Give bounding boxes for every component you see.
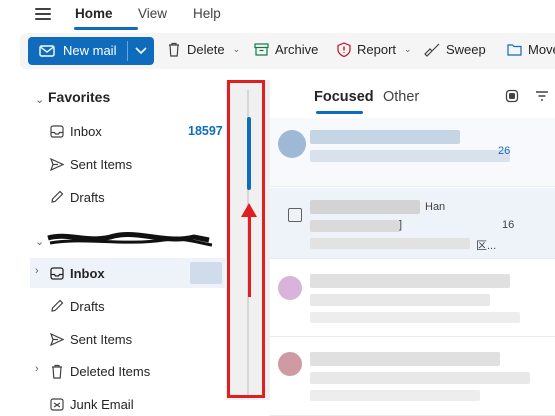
focused-tab-indicator (316, 111, 363, 114)
chevron-down-icon[interactable]: ⌄ (233, 44, 241, 55)
archive-icon (254, 43, 269, 56)
inbox-icon (50, 266, 64, 280)
chevron-right-icon[interactable]: › (35, 265, 39, 277)
delete-button[interactable]: Delete ⌄ (167, 42, 240, 57)
folder-item-drafts[interactable]: Drafts (50, 296, 105, 316)
favorites-item-sent-items[interactable]: Sent Items (50, 154, 132, 174)
folder-item-sent-items[interactable]: Sent Items (50, 329, 132, 349)
favorites-item-drafts[interactable]: Drafts (50, 187, 105, 207)
avatar (278, 352, 302, 376)
chevron-down-icon[interactable]: ⌄ (35, 93, 44, 106)
archive-button[interactable]: Archive (254, 42, 318, 57)
junk-icon (50, 398, 64, 411)
tab-view[interactable]: View (138, 6, 167, 21)
folder-item-deleted-items[interactable]: Deleted Items (50, 361, 150, 381)
folder-label: Drafts (70, 298, 105, 314)
tab-other[interactable]: Other (383, 89, 419, 105)
hamburger-menu-icon[interactable] (35, 8, 51, 20)
archive-label: Archive (275, 42, 319, 57)
row-date: 26 (498, 145, 511, 157)
mail-icon (39, 45, 55, 57)
folder-label: Drafts (70, 189, 105, 205)
avatar (278, 276, 302, 300)
new-mail-label: New mail (63, 43, 117, 58)
trash-icon (169, 42, 179, 57)
move-button[interactable]: Move (507, 42, 555, 57)
new-mail-button[interactable]: New mail (28, 37, 154, 65)
sweep-button[interactable]: Sweep (424, 42, 486, 57)
move-label: Move (528, 42, 555, 57)
trash-icon (52, 364, 62, 379)
report-label: Report (357, 42, 397, 57)
inbox-icon (50, 124, 64, 138)
move-folder-icon (507, 44, 522, 56)
annotation-arrow-shaft (248, 214, 251, 297)
avatar (278, 130, 306, 158)
chevron-down-icon[interactable] (135, 47, 147, 55)
filter-icon[interactable] (535, 91, 549, 101)
annotation-highlight-box (227, 80, 265, 398)
list-item[interactable] (270, 340, 555, 416)
list-item[interactable]: 26 (270, 118, 555, 187)
select-mode-icon[interactable] (505, 89, 519, 103)
chevron-down-icon[interactable]: ⌄ (404, 44, 412, 55)
unread-count: 18597 (188, 124, 223, 138)
list-item[interactable]: Han ] 16 区... (270, 188, 555, 259)
redacted-count (190, 262, 222, 284)
active-tab-indicator (74, 27, 138, 30)
row-subject-fragment: ] (399, 219, 403, 231)
delete-label: Delete (187, 42, 225, 57)
tab-help[interactable]: Help (193, 6, 221, 21)
sweep-label: Sweep (446, 42, 486, 57)
folder-label: Sent Items (70, 331, 133, 347)
row-date: 16 (502, 219, 515, 231)
chevron-down-icon[interactable]: ⌄ (35, 235, 44, 248)
broom-icon (424, 43, 440, 57)
row-checkbox[interactable] (288, 208, 302, 222)
favorites-header[interactable]: Favorites (48, 89, 110, 105)
shield-report-icon (337, 42, 351, 57)
folder-label: Sent Items (70, 156, 133, 172)
folder-label: Inbox (70, 123, 102, 139)
folder-label: Inbox (70, 265, 105, 281)
folder-item-inbox[interactable]: Inbox (50, 263, 105, 283)
row-preview-fragment: 区... (476, 240, 497, 252)
send-icon (50, 332, 64, 346)
tab-focused[interactable]: Focused (314, 89, 374, 105)
folder-item-junk-email[interactable]: Junk Email (50, 394, 134, 414)
redacted-account-name (47, 231, 213, 247)
folder-label: Junk Email (70, 396, 134, 412)
folder-label: Deleted Items (70, 363, 151, 379)
favorites-item-inbox[interactable]: Inbox (50, 121, 102, 141)
top-menu-bar: Home View Help (0, 0, 555, 30)
pencil-icon (51, 299, 64, 312)
pencil-icon (51, 190, 64, 203)
row-sender-fragment: Han (425, 201, 446, 213)
list-item[interactable] (270, 262, 555, 337)
send-icon (50, 157, 64, 171)
chevron-right-icon[interactable]: › (35, 363, 39, 375)
tab-home[interactable]: Home (75, 6, 113, 21)
report-button[interactable]: Report ⌄ (337, 42, 412, 57)
